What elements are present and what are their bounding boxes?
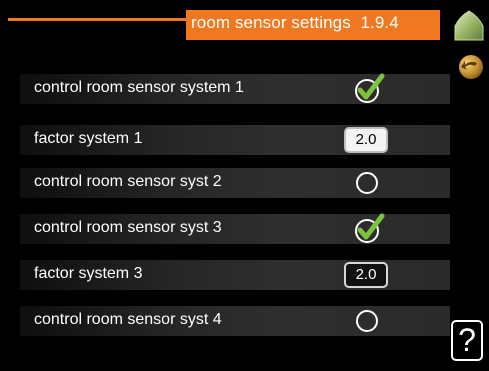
setting-row-factor-system-3[interactable]: factor system 3 2.0 bbox=[20, 260, 450, 290]
factor-system-3-value[interactable]: 2.0 bbox=[344, 262, 388, 288]
help-icon: ? bbox=[458, 322, 476, 358]
home-icon[interactable] bbox=[452, 8, 486, 42]
checkbox-unchecked-icon[interactable] bbox=[356, 172, 378, 194]
help-button[interactable]: ? bbox=[451, 320, 483, 361]
setting-row-control-room-sensor-syst-4[interactable]: control room sensor syst 4 bbox=[20, 306, 450, 336]
factor-system-1-value[interactable]: 2.0 bbox=[344, 127, 388, 153]
setting-label: control room sensor syst 3 bbox=[34, 219, 222, 236]
setting-label: control room sensor syst 2 bbox=[34, 173, 222, 190]
checkbox-unchecked-icon[interactable] bbox=[356, 310, 378, 332]
setting-row-control-room-sensor-system-1[interactable]: control room sensor system 1 bbox=[20, 72, 450, 106]
setting-row-control-room-sensor-syst-2[interactable]: control room sensor syst 2 bbox=[20, 168, 450, 198]
settings-list: control room sensor system 1 factor syst… bbox=[0, 0, 450, 371]
checkbox-checked-icon[interactable] bbox=[352, 212, 386, 246]
screen: room sensor settings 1.9.4 control room … bbox=[0, 0, 489, 371]
setting-label: control room sensor syst 4 bbox=[34, 311, 222, 328]
setting-label: factor system 3 bbox=[34, 265, 143, 282]
setting-row-factor-system-1[interactable]: factor system 1 2.0 bbox=[20, 125, 450, 155]
checkbox-checked-icon[interactable] bbox=[352, 72, 386, 106]
setting-label: factor system 1 bbox=[34, 130, 143, 147]
setting-label: control room sensor system 1 bbox=[34, 79, 244, 96]
setting-row-control-room-sensor-syst-3[interactable]: control room sensor syst 3 bbox=[20, 212, 450, 246]
back-icon[interactable] bbox=[456, 52, 486, 82]
